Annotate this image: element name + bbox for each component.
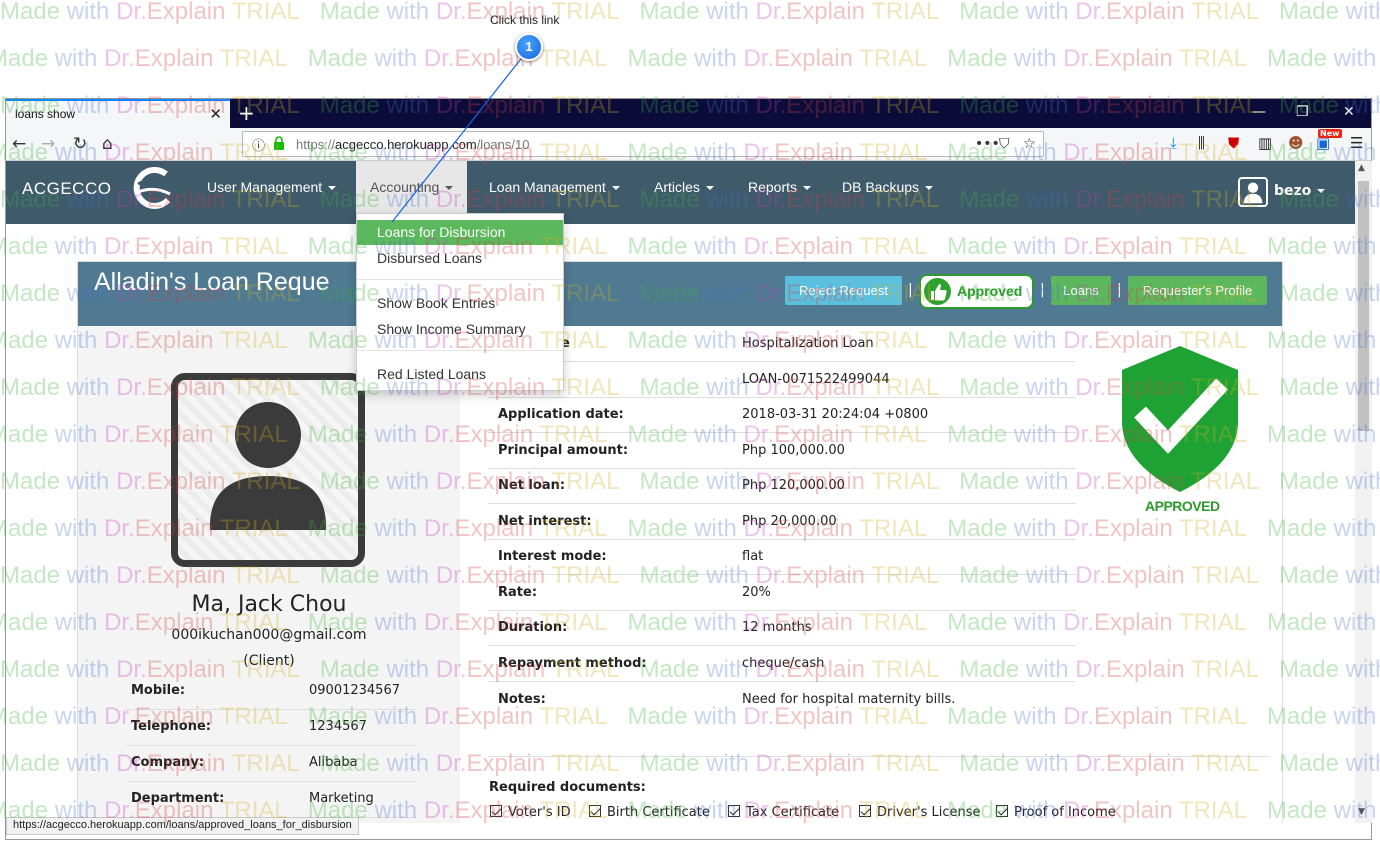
callout-badge: 1 [515, 33, 543, 61]
callout-text: Click this link [490, 13, 560, 27]
callout-pointer [391, 54, 525, 223]
